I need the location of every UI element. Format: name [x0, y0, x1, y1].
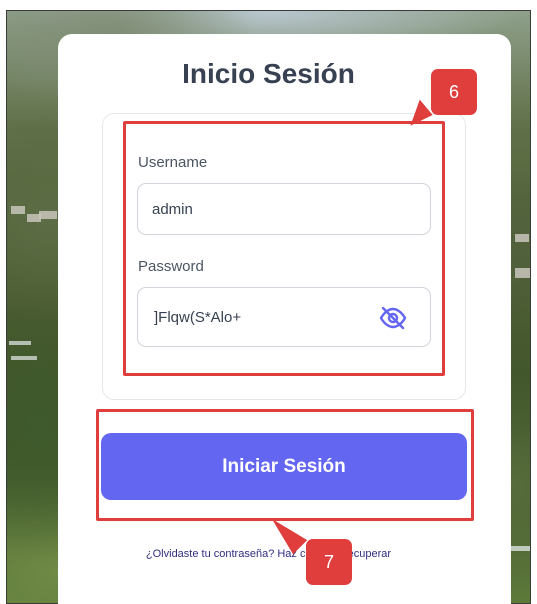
bg-building	[39, 211, 57, 219]
bg-building	[11, 206, 25, 214]
username-input[interactable]	[137, 183, 431, 235]
eye-off-icon	[379, 306, 407, 330]
bg-road	[11, 356, 37, 360]
bg-road	[9, 341, 31, 345]
password-label: Password	[138, 258, 204, 275]
annotation-badge-7: 7	[306, 539, 352, 585]
username-label: Username	[138, 154, 208, 171]
forgot-password-link[interactable]: ¿Olvidaste tu contraseña? Haz clic para …	[0, 548, 537, 560]
password-toggle-button[interactable]	[376, 303, 410, 333]
bg-building	[515, 268, 530, 278]
login-button[interactable]: Iniciar Sesión	[101, 433, 467, 500]
annotation-badge-6: 6	[431, 69, 477, 115]
bg-building	[515, 234, 529, 242]
